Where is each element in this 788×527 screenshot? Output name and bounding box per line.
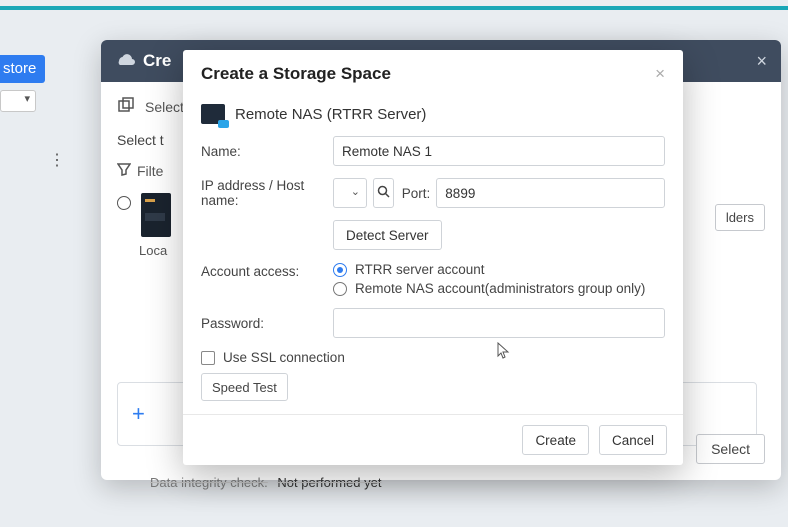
- detect-server-button[interactable]: Detect Server: [333, 220, 442, 250]
- radio-remote-nas-account[interactable]: Remote NAS account(administrators group …: [333, 281, 645, 296]
- modal-subheader: Remote NAS (RTRR Server): [183, 90, 683, 132]
- parent-close-icon[interactable]: ×: [756, 51, 767, 72]
- radio-rtrr-account[interactable]: RTRR server account: [333, 262, 645, 277]
- bg-accent-bar: [0, 6, 788, 10]
- integrity-row: Data integrity check. Not performed yet: [150, 475, 381, 527]
- ssl-label: Use SSL connection: [223, 350, 345, 365]
- radio-icon: [333, 263, 347, 277]
- radio-icon: [333, 282, 347, 296]
- parent-window-title: Cre: [143, 51, 171, 71]
- create-button[interactable]: Create: [522, 425, 589, 455]
- local-radio[interactable]: [117, 196, 131, 210]
- account-access-label: Account access:: [201, 262, 333, 279]
- folders-button[interactable]: lders: [715, 204, 765, 231]
- cancel-button[interactable]: Cancel: [599, 425, 667, 455]
- copy-icon: [117, 97, 137, 118]
- integrity-value: Not performed yet: [277, 475, 381, 490]
- modal-footer: Create Cancel: [183, 414, 683, 465]
- password-input[interactable]: [333, 308, 665, 338]
- port-label: Port:: [402, 186, 431, 201]
- local-nas-thumbnail[interactable]: [141, 193, 171, 237]
- filter-label: Filte: [137, 163, 163, 179]
- remote-nas-icon: [201, 104, 225, 124]
- host-input[interactable]: [333, 178, 367, 208]
- password-label: Password:: [201, 316, 333, 331]
- kebab-icon[interactable]: ⋮: [49, 150, 64, 170]
- modal-form: Name: IP address / Host name: ⌄ Port:: [183, 132, 683, 414]
- close-icon[interactable]: ×: [655, 64, 665, 84]
- select-toolbar-label: Select: [145, 99, 184, 115]
- radio-rtrr-label: RTRR server account: [355, 262, 485, 277]
- select-button[interactable]: Select: [696, 434, 765, 464]
- radio-remote-label: Remote NAS account(administrators group …: [355, 281, 645, 296]
- search-icon: [377, 185, 390, 201]
- bg-store-label: store: [0, 55, 45, 83]
- name-label: Name:: [201, 144, 333, 159]
- search-host-button[interactable]: [373, 178, 394, 208]
- name-input[interactable]: [333, 136, 665, 166]
- filter-icon[interactable]: [117, 162, 131, 179]
- create-storage-modal: Create a Storage Space × Remote NAS (RTR…: [183, 50, 683, 465]
- modal-subtitle: Remote NAS (RTRR Server): [235, 106, 426, 123]
- bg-dropdown[interactable]: [0, 90, 36, 112]
- port-input[interactable]: [436, 178, 665, 208]
- speed-test-button[interactable]: Speed Test: [201, 373, 288, 401]
- local-label: Loca: [139, 243, 171, 258]
- ip-label: IP address / Host name:: [201, 178, 333, 208]
- modal-header: Create a Storage Space ×: [183, 50, 683, 90]
- integrity-label: Data integrity check.: [150, 475, 268, 490]
- modal-title: Create a Storage Space: [201, 64, 391, 84]
- ssl-checkbox[interactable]: [201, 351, 215, 365]
- cloud-device-icon: [115, 51, 135, 72]
